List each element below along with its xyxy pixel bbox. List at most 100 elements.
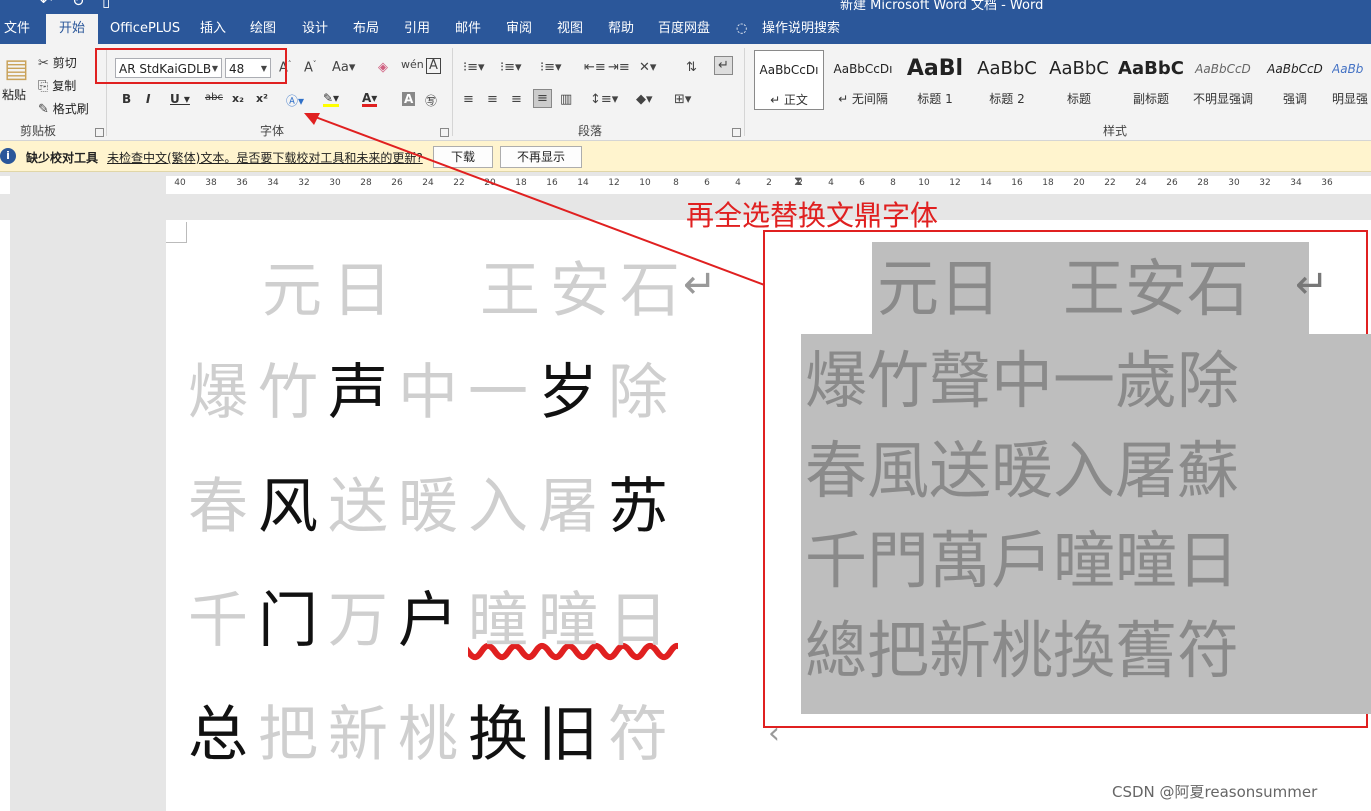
ruler-tick-label: 40 (174, 178, 186, 188)
style-subtitle[interactable]: AaBbC 副标题 (1116, 50, 1186, 110)
style-intense-emphasis[interactable]: AaBb 明显强 (1332, 50, 1371, 110)
print-preview-icon[interactable]: ▯ (102, 0, 110, 10)
subscript-icon[interactable]: x₂ (232, 92, 244, 105)
ruler-tick-label: 22 (1104, 178, 1116, 188)
phonetic-guide-icon[interactable]: wén (401, 58, 424, 71)
style-normal[interactable]: AaBbCcDı ↵ 正文 (754, 50, 824, 110)
bullets-icon[interactable]: ⁝≡▾ (463, 60, 485, 75)
ruler-tick-label: 6 (859, 178, 865, 188)
character-border-icon[interactable]: A (426, 58, 441, 74)
ruler-tick-label: 4 (828, 178, 834, 188)
tab-file[interactable]: 文件 (2, 14, 32, 44)
style-title[interactable]: AaBbC 标题 (1044, 50, 1114, 110)
decrease-indent-icon[interactable]: ⇤≡ (584, 60, 606, 75)
converted-line-1: 爆竹聲中一歲除 (805, 344, 1240, 417)
lightbulb-icon: ◌ (736, 21, 748, 36)
vertical-ruler[interactable] (0, 220, 10, 811)
poem-segment: 总 (188, 700, 258, 770)
poem-segment: 把新桃 (258, 700, 468, 770)
style-no-spacing[interactable]: AaBbCcDı ↵ 无间隔 (828, 50, 898, 110)
shrink-font-icon[interactable]: A˅ (304, 60, 316, 75)
ruler-tick-label: 34 (267, 178, 279, 188)
brush-icon: ✎ (38, 102, 49, 117)
tab-baidu-netdisk[interactable]: 百度网盘 (656, 14, 712, 44)
tab-mailings[interactable]: 邮件 (453, 14, 483, 44)
tab-help[interactable]: 帮助 (606, 14, 636, 44)
character-shading-icon[interactable]: A (402, 92, 416, 106)
infobar-title: 缺少校对工具 (26, 151, 99, 165)
style-preview: AaBbCcD (1195, 62, 1251, 76)
ruler-tick-label: 30 (1228, 178, 1240, 188)
clipboard-launcher-icon[interactable] (95, 128, 104, 137)
poem-segment: 春 (188, 472, 258, 542)
style-emphasis[interactable]: AaBbCcD 强调 (1260, 50, 1330, 110)
sort-icon[interactable]: ⇅ (686, 60, 697, 75)
style-name: 不明显强调 (1192, 92, 1253, 106)
style-heading-1[interactable]: AaBl 标题 1 (900, 50, 970, 110)
chinese-layout-icon[interactable]: ✕▾ (639, 60, 656, 75)
style-preview: AaBbCcDı (833, 62, 893, 76)
strikethrough-icon[interactable]: abc (205, 92, 223, 103)
redo-icon[interactable]: ↻ (72, 0, 85, 10)
ruler-tick-label: 18 (1042, 178, 1054, 188)
paste-button[interactable]: 粘贴 (2, 86, 26, 103)
numbering-icon[interactable]: ⁝≡▾ (500, 60, 522, 75)
poem-segment: 苏 (608, 472, 678, 542)
style-preview: AaBbCcD (1267, 62, 1323, 76)
tab-home[interactable]: 开始 (46, 14, 98, 44)
tell-me-search[interactable]: 操作说明搜索 (760, 14, 842, 44)
poem-line-1: 爆竹声中一岁除 (188, 358, 678, 428)
styles-group-label: 样式 (1103, 124, 1128, 138)
show-marks-icon[interactable]: ↵ (714, 56, 733, 75)
superscript-icon[interactable]: x² (256, 92, 268, 105)
ruler-tick-label: 12 (949, 178, 961, 188)
styles-gallery: AaBbCcDı ↵ 正文 AaBbCcDı ↵ 无间隔 AaBl 标题 1 AaBb… (752, 50, 1371, 112)
margin-corner-mark (166, 222, 187, 243)
copy-icon: ⎘ (38, 79, 49, 94)
tab-review[interactable]: 审阅 (504, 14, 534, 44)
window-title: 新建 Microsoft Word 文档 - Word (840, 0, 1044, 13)
style-subtle-emphasis[interactable]: AaBbCcD 不明显强调 (1188, 50, 1258, 110)
tab-officeplus[interactable]: OfficePLUS (108, 14, 182, 44)
poem-segment: 户 (398, 586, 468, 656)
paste-icon[interactable]: ▤ (4, 54, 29, 84)
tab-references[interactable]: 引用 (402, 14, 432, 44)
undo-icon[interactable]: ↶ (40, 0, 53, 10)
poem-segment: 风 (258, 472, 328, 542)
tab-draw[interactable]: 绘图 (248, 14, 278, 44)
style-preview: AaBbCcDı (759, 63, 819, 77)
style-preview: AaBbC (977, 58, 1037, 79)
underline-icon[interactable]: U ▾ (170, 92, 190, 106)
style-preview: AaBbC (1049, 58, 1109, 79)
style-heading-2[interactable]: AaBbC 标题 2 (972, 50, 1042, 110)
converted-line-2: 春風送暖入屠蘇 (805, 434, 1240, 507)
format-painter-button[interactable]: ✎ 格式刷 (38, 100, 89, 117)
bold-icon[interactable]: B (122, 92, 131, 106)
poem-segment: 声 (328, 358, 398, 428)
style-preview: AaBbC (1118, 58, 1184, 79)
tab-design[interactable]: 设计 (300, 14, 330, 44)
increase-indent-icon[interactable]: ⇥≡ (608, 60, 630, 75)
poem-segment: 符 (608, 700, 678, 770)
tab-layout[interactable]: 布局 (351, 14, 381, 44)
style-name: 明显强 (1332, 92, 1369, 106)
style-preview: AaBl (906, 56, 964, 81)
ruler-tick-label: 24 (1135, 178, 1147, 188)
clear-formatting-icon[interactable]: ◈ (378, 60, 388, 75)
multilevel-list-icon[interactable]: ⁝≡▾ (540, 60, 562, 75)
poem-segment: 门 (258, 586, 328, 656)
poem-line-2: 春风送暖入屠苏 (188, 472, 678, 542)
poem-segment: 中一 (398, 358, 538, 428)
poem-line-4: 总把新桃换旧符 (188, 700, 678, 770)
copy-button[interactable]: ⎘ 复制 (38, 77, 76, 94)
format-painter-label: 格式刷 (52, 102, 89, 116)
style-name: 标题 (1066, 92, 1091, 106)
cut-button[interactable]: ✂ 剪切 (38, 54, 77, 71)
tab-view[interactable]: 视图 (555, 14, 585, 44)
converted-line-4: 總把新桃換舊符 (805, 614, 1240, 687)
change-case-icon[interactable]: Aa▾ (332, 60, 355, 75)
tab-insert[interactable]: 插入 (198, 14, 228, 44)
scissors-icon: ✂ (38, 56, 49, 71)
indent-marker-icon[interactable]: ⧗ (794, 174, 802, 189)
italic-icon[interactable]: I (146, 92, 150, 106)
